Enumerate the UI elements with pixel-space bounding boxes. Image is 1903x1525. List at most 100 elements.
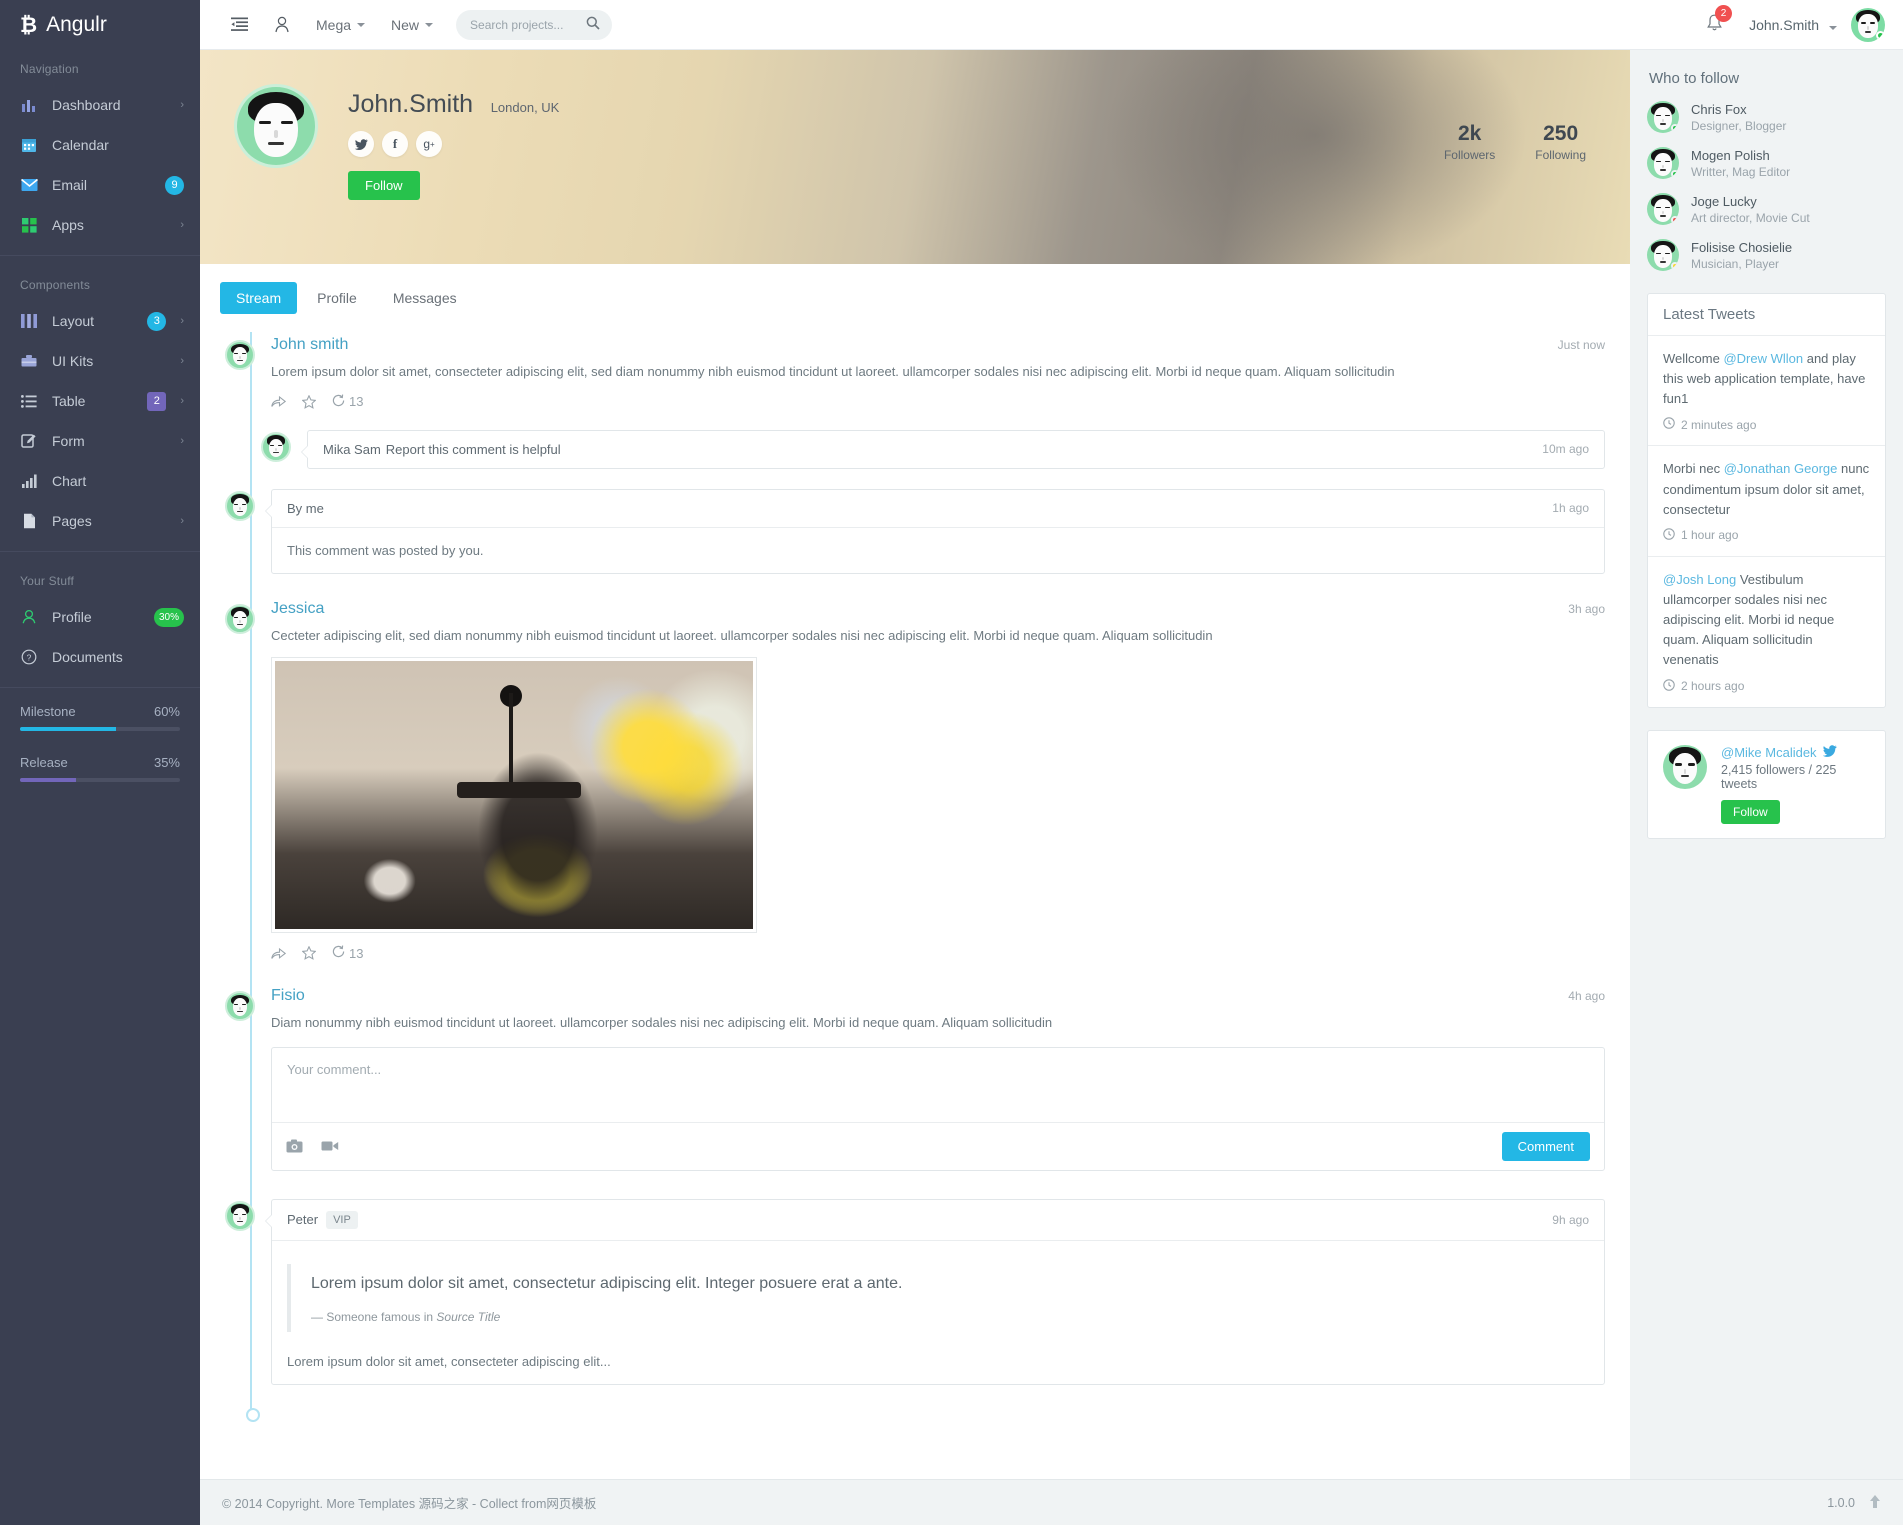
post-actions: 13 [271,945,1605,961]
tab-profile[interactable]: Profile [301,282,373,314]
comment-author[interactable]: By me [287,501,324,516]
person-role: Writter, Mag Editor [1691,164,1791,179]
share-icon[interactable] [271,947,286,960]
sidebar-item-label: UI Kits [52,353,94,369]
tweet-handle[interactable]: @Josh Long [1663,572,1736,587]
envelope-icon [20,176,38,194]
progress-label: Milestone [20,704,76,719]
tweet-timestamp: 2 hours ago [1681,679,1745,694]
sidebar-progress: Milestone 60% Release 35% [0,698,200,782]
sidebar-item-label: Layout [52,313,95,329]
stat-label: Followers [1443,148,1496,162]
stat-number: 2k [1457,122,1482,145]
avatar[interactable] [225,1200,255,1231]
sidebar-item-table[interactable]: Table 2 › [0,381,200,421]
sidebar-item-form[interactable]: Form › [0,421,200,461]
post-author[interactable]: Jessica [271,600,324,618]
comment-input[interactable] [272,1047,1604,1122]
post-text: Diam nonummy nibh euismod tincidunt ut l… [271,1015,1053,1030]
menu-label: New [391,16,420,33]
latest-tweets-title: Latest Tweets [1648,294,1885,336]
tab-messages[interactable]: Messages [377,282,473,314]
profile-avatar[interactable] [234,84,318,168]
follow-button[interactable]: Follow [1721,799,1780,824]
footer-link[interactable]: 网页模板 [546,1493,596,1512]
google-plus-icon[interactable]: g + [416,131,442,157]
comment-count[interactable]: 13 [332,394,363,410]
comment-author[interactable]: Mika Sam [323,442,381,457]
avatar[interactable] [225,991,255,1021]
video-icon[interactable] [321,1140,339,1152]
footer-right: 1.0.0 [1827,1494,1881,1512]
follow-suggestion[interactable]: Joge Lucky Art director, Movie Cut [1647,193,1886,225]
twitter-handle-row[interactable]: @Mike Mcalidek [1721,745,1870,760]
person-name: Joge Lucky [1691,193,1757,209]
tweet-pre: Wellcome [1663,351,1724,366]
avatar[interactable] [225,490,255,521]
follow-suggestion[interactable]: Chris Fox Designer, Blogger [1647,101,1886,133]
tab-stream[interactable]: Stream [220,282,298,314]
header-right: 2 John.Smith [1692,4,1885,42]
avatar[interactable] [225,340,255,370]
person-name: Mogen Polish [1691,147,1770,163]
sidebar-item-layout[interactable]: Layout 3 › [0,301,200,341]
bar-chart-icon [20,96,38,114]
comment-timestamp: 10m ago [1542,442,1589,456]
follow-suggestion[interactable]: Mogen Polish Writter, Mag Editor [1647,147,1886,179]
user-outline-icon[interactable] [261,0,303,50]
post-image[interactable] [271,657,757,933]
edit-icon [20,432,38,450]
sidebar-item-pages[interactable]: Pages › [0,501,200,541]
arrow-up-icon[interactable] [1869,1494,1881,1512]
sidebar-item-email[interactable]: Email 9 [0,165,200,205]
search-input[interactable] [468,16,579,33]
avatar[interactable] [225,603,255,634]
chevron-down-icon [425,22,434,27]
sidebar-item-apps[interactable]: Apps › [0,205,200,245]
post-timestamp: 3h ago [1568,601,1605,616]
twitter-profile-card: @Mike Mcalidek 2,415 followers / 225 twe… [1647,729,1886,839]
post-author[interactable]: Fisio [271,987,305,1005]
stat-number: 250 [1543,122,1579,145]
sidebar-item-calendar[interactable]: Calendar [0,125,200,165]
sidebar-toggle-icon[interactable] [218,0,261,50]
submit-comment-button[interactable]: Comment [1501,1131,1590,1161]
timeline: John smith Just now Lorem ipsum dolor si… [200,314,1630,1422]
sidebar-item-profile[interactable]: Profile 30% [0,597,200,637]
notifications-button[interactable]: 2 [1692,4,1737,36]
camera-icon[interactable] [286,1139,303,1153]
blockquote-text: Lorem ipsum dolor sit amet, consectetur … [311,1274,903,1292]
post-author[interactable]: John smith [271,336,348,354]
comment-count[interactable]: 13 [332,945,363,961]
search-box[interactable] [456,9,613,40]
sidebar-item-dashboard[interactable]: Dashboard › [0,85,200,125]
chevron-right-icon: › [180,315,184,327]
menu-mega[interactable]: Mega [303,0,378,50]
tweet-handle[interactable]: @Jonathan George [1724,461,1838,476]
post-timestamp: 9h ago [1552,1212,1589,1227]
post-author[interactable]: Peter [287,1212,318,1227]
comment-body: This comment was posted by you. [287,542,484,558]
tweet-item: Wellcome @Drew Wllon and play this web a… [1648,336,1885,447]
twitter-icon[interactable] [348,131,374,157]
post-text: Lorem ipsum dolor sit amet, consecteter … [271,364,1395,379]
tweet-handle[interactable]: @Drew Wllon [1723,351,1803,366]
facebook-icon[interactable]: f [382,131,408,157]
avatar[interactable] [1851,7,1885,42]
menu-new[interactable]: New [378,0,446,50]
star-icon[interactable] [302,946,316,960]
user-menu[interactable]: John.Smith [1737,17,1839,33]
follow-suggestion[interactable]: Folisise Chosielie Musician, Player [1647,239,1886,271]
comment-timestamp: 1h ago [1552,501,1589,515]
search-icon[interactable] [586,16,600,33]
sidebar-item-ui-kits[interactable]: UI Kits › [0,341,200,381]
sidebar-item-documents[interactable]: ? Documents [0,637,200,677]
progress-value: 60% [153,704,180,719]
follow-button[interactable]: Follow [348,171,420,200]
avatar[interactable] [261,431,291,462]
sidebar-item-chart[interactable]: Chart [0,461,200,501]
star-icon[interactable] [302,394,316,409]
footer: © 2014 Copyright. More Templates 源码之家 - … [200,1479,1903,1525]
share-icon[interactable] [271,395,286,408]
brand-logo[interactable]: ₿ Angulr [0,0,200,50]
